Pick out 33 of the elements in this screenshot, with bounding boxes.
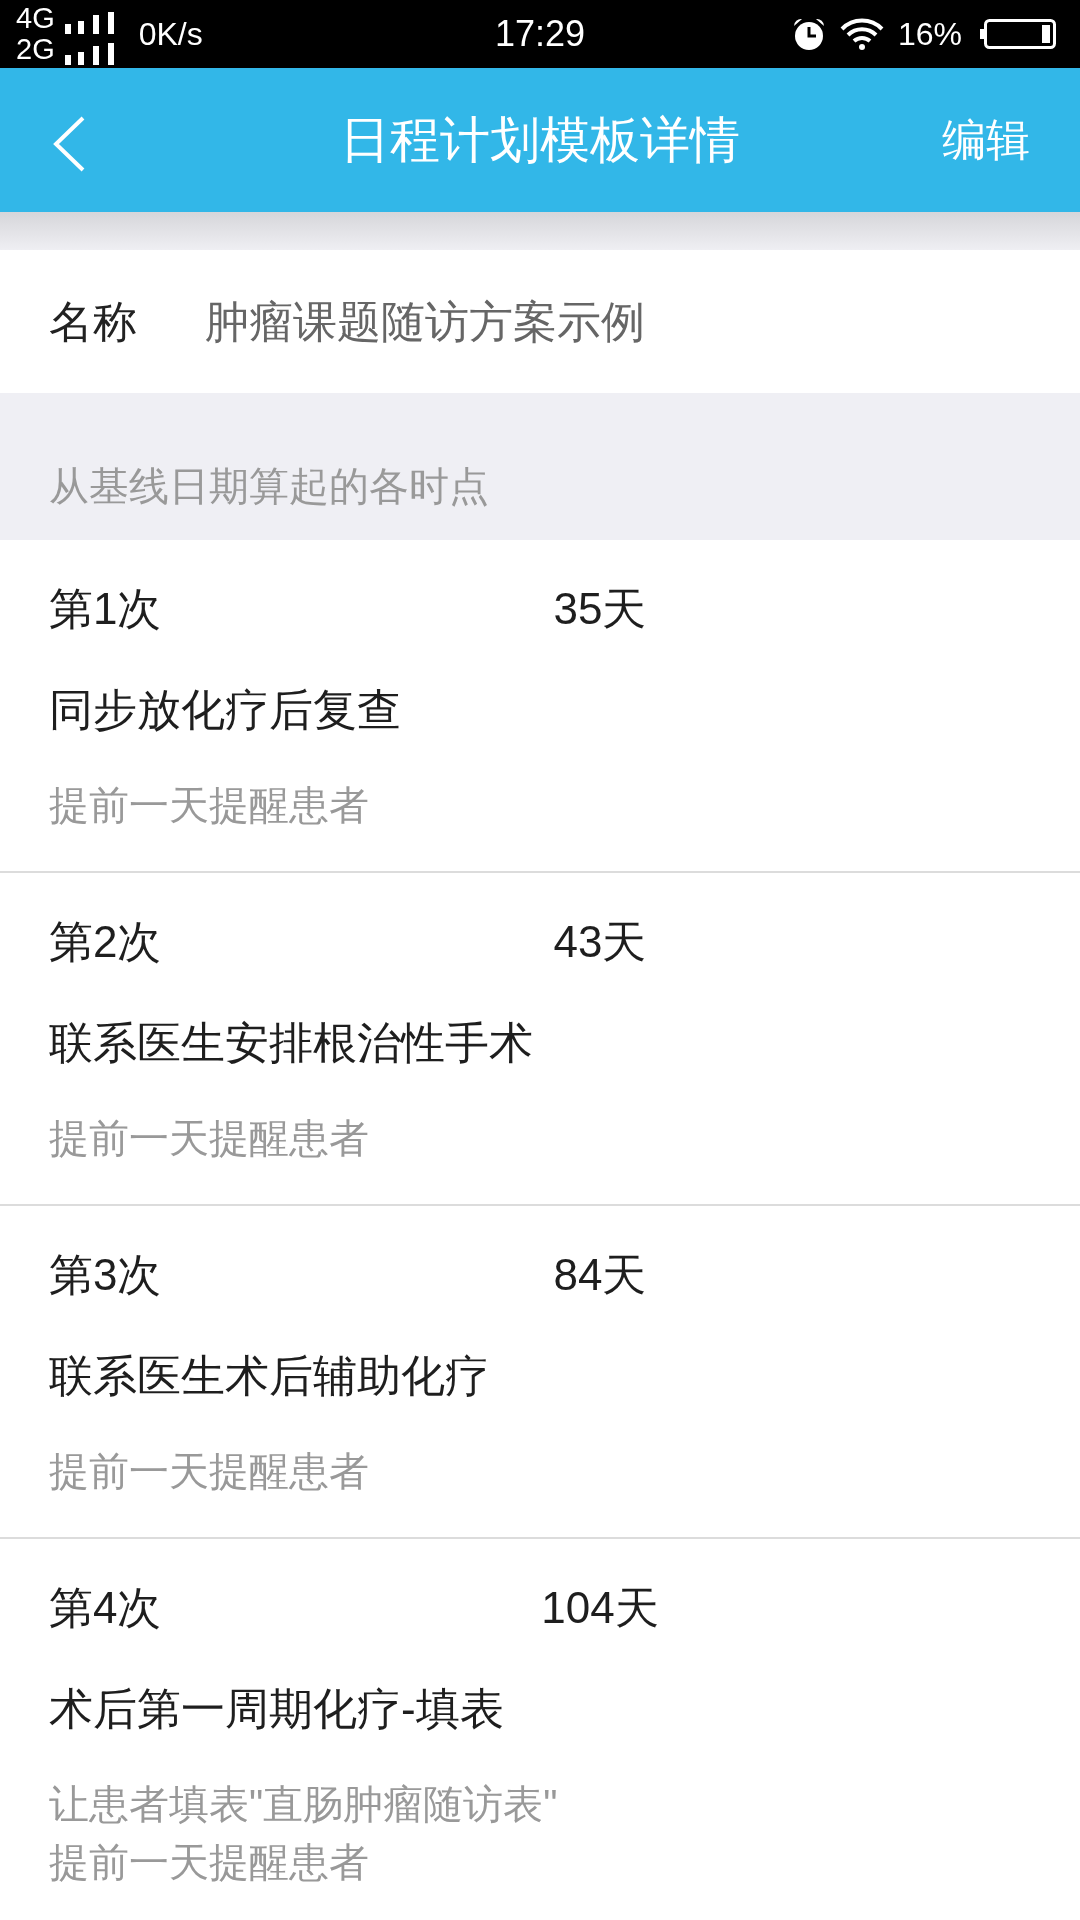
visit-number: 第3次 <box>49 1249 163 1301</box>
field-value: 肿瘤课题随访方案示例 <box>205 295 645 348</box>
visit-number: 第1次 <box>49 583 163 635</box>
edit-button[interactable]: 编辑 <box>942 112 1030 168</box>
visit-title: 术后第一周期化疗-填表 <box>49 1683 505 1735</box>
visit-title: 联系医生术后辅助化疗 <box>49 1350 490 1402</box>
days-offset: 104天 <box>540 1582 660 1634</box>
network-speed: 0K/s <box>138 16 203 52</box>
clock-time: 17:29 <box>494 14 586 54</box>
reminder-note: 提前一天提醒患者 <box>49 782 370 829</box>
signal-bars-icon <box>64 12 115 34</box>
battery-icon <box>980 19 1056 49</box>
page-title: 日程计划模板详情 <box>340 111 740 170</box>
reminder-note: 让患者填表"直肠肿瘤随访表" <box>49 1781 559 1828</box>
network-type-label: 2G <box>16 34 55 65</box>
visit-number: 第2次 <box>49 916 163 968</box>
days-offset: 35天 <box>552 583 648 635</box>
field-label: 名称 <box>49 295 138 348</box>
days-offset: 43天 <box>552 916 648 968</box>
wifi-icon <box>839 18 884 50</box>
section-header: 从基线日期算起的各时点 <box>49 463 490 510</box>
reminder-note: 提前一天提醒患者 <box>49 1839 370 1886</box>
battery-percent: 16% <box>897 16 962 52</box>
alarm-clock-icon <box>791 17 826 51</box>
visit-title: 联系医生安排根治性手术 <box>49 1017 534 1069</box>
network-type-label: 4G <box>16 3 55 34</box>
visit-number: 第4次 <box>49 1582 163 1634</box>
days-offset: 84天 <box>552 1249 648 1301</box>
reminder-note: 提前一天提醒患者 <box>49 1448 370 1495</box>
reminder-note: 提前一天提醒患者 <box>49 1115 370 1162</box>
signal-bars-icon <box>64 43 115 65</box>
chevron-left-icon <box>52 116 86 172</box>
visit-title: 同步放化疗后复查 <box>49 684 402 736</box>
